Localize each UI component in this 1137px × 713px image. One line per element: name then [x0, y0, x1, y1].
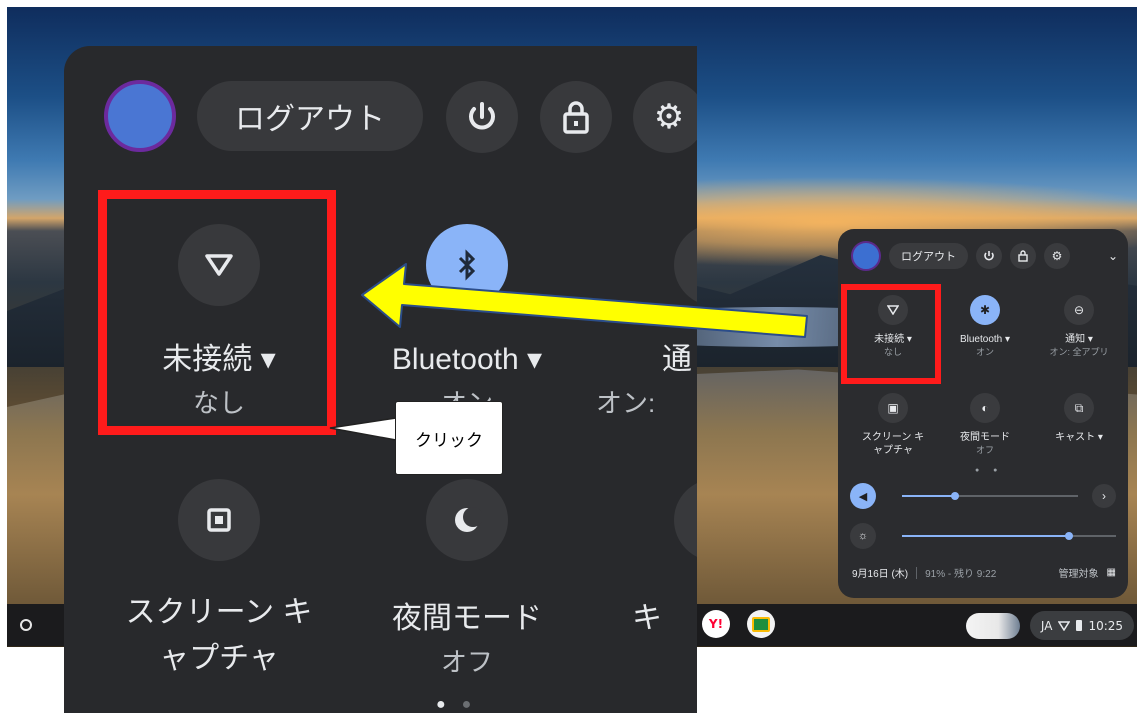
night-light-icon — [426, 479, 508, 561]
power-icon — [984, 251, 994, 261]
collapse-chevron-icon[interactable]: ⌄ — [1108, 249, 1118, 263]
battery-text: 91% - 残り 9:22 — [925, 569, 997, 580]
power-button[interactable] — [446, 81, 518, 153]
night-light-label: 夜間モード — [960, 432, 1010, 443]
notification-label: 通知 ▾ — [1065, 334, 1093, 345]
qs-top-row: ログアウト ⚙ ⌄ — [851, 241, 1118, 271]
avatar[interactable] — [851, 241, 881, 271]
enterprise-icon: ▦ — [1106, 567, 1116, 578]
cast-label: キ — [632, 602, 662, 635]
notification-icon — [674, 224, 697, 306]
bluetooth-icon: ✱ — [970, 295, 1000, 325]
screen-capture-label-line2: ャプチャ — [873, 445, 913, 456]
gear-icon: ⚙ — [653, 98, 685, 136]
footer-divider — [916, 566, 918, 579]
phone-hub-icon[interactable] — [966, 613, 1020, 639]
status-area-button[interactable]: JA 10:25 — [1030, 611, 1134, 640]
gear-icon: ⚙ — [1051, 249, 1063, 263]
power-button[interactable] — [976, 243, 1002, 269]
power-icon — [469, 102, 495, 130]
lock-icon — [563, 101, 589, 134]
avatar[interactable] — [104, 80, 176, 152]
page-indicator: ● ● — [975, 467, 1004, 474]
screen-capture-tile[interactable]: ▣ スクリーン キ ャプチャ — [848, 393, 938, 457]
chevron-right-icon: › — [1102, 489, 1106, 503]
yahoo-app-icon[interactable]: Y! — [702, 610, 730, 638]
date-text[interactable]: 9月16日 (木) — [852, 565, 908, 580]
screen-capture-label-line1: スクリーン キ — [861, 432, 925, 443]
cast-icon: ⧉ — [1064, 393, 1094, 423]
qs-footer: 9月16日 (木) 91% - 残り 9:22 管理対象 ▦ — [852, 565, 1116, 580]
ime-indicator: JA — [1040, 618, 1053, 633]
night-light-tile[interactable]: ◐ 夜間モード オフ — [940, 393, 1030, 457]
battery-icon — [1076, 620, 1083, 631]
lock-icon — [1018, 250, 1028, 262]
bluetooth-icon — [426, 224, 508, 306]
bluetooth-label: Bluetooth ▾ — [959, 334, 1011, 345]
lock-button[interactable] — [1010, 243, 1036, 269]
click-callout: クリック — [395, 401, 503, 475]
screen-capture-tile[interactable]: スクリーン キ ャプチャ — [94, 479, 344, 677]
cast-tile[interactable]: ⧉ キャスト ▾ — [1034, 393, 1124, 444]
clock: 10:25 — [1088, 618, 1124, 633]
small-highlight-box — [841, 284, 941, 384]
volume-row: ◀ › — [850, 482, 1116, 510]
logout-button[interactable]: ログアウト — [889, 243, 968, 269]
notification-label: 通 — [662, 343, 692, 376]
brightness-row: ☼ — [850, 522, 1116, 550]
managed-text[interactable]: 管理対象 — [1059, 565, 1099, 580]
night-light-label: 夜間モード — [392, 602, 542, 635]
classroom-app-icon[interactable] — [747, 610, 775, 638]
notification-tile[interactable]: 通 オン: — [592, 224, 697, 418]
big-highlight-box — [98, 190, 336, 435]
notification-tile[interactable]: ⊖ 通知 ▾ オン: 全アプリ — [1034, 295, 1124, 359]
cast-tile[interactable]: キ — [592, 479, 697, 637]
night-light-tile[interactable]: 夜間モード オフ — [342, 479, 592, 677]
cast-icon — [674, 479, 697, 561]
wifi-icon — [1058, 620, 1071, 631]
logout-button[interactable]: ログアウト — [197, 81, 423, 151]
brightness-fill — [902, 535, 1069, 537]
cast-label: キャスト ▾ — [1055, 432, 1103, 443]
volume-slider[interactable] — [902, 492, 1078, 500]
volume-knob[interactable] — [950, 492, 959, 500]
night-light-icon: ◐ — [970, 393, 1000, 423]
bluetooth-status: オン — [975, 347, 994, 357]
volume-fill — [902, 495, 955, 497]
audio-settings-button[interactable]: › — [1092, 484, 1116, 508]
volume-icon[interactable]: ◀ — [850, 483, 876, 509]
screen-capture-label-line2: ャプチャ — [159, 642, 279, 675]
notification-status: オン: 全アプリ — [1049, 347, 1109, 357]
screen-capture-icon: ▣ — [878, 393, 908, 423]
lock-button[interactable] — [540, 81, 612, 153]
bluetooth-label: Bluetooth ▾ — [391, 343, 543, 376]
brightness-slider[interactable] — [902, 532, 1116, 540]
do-not-disturb-icon: ⊖ — [1064, 295, 1094, 325]
night-light-status: オフ — [440, 647, 493, 677]
screen-capture-icon — [178, 479, 260, 561]
bluetooth-tile[interactable]: Bluetooth ▾ オン — [342, 224, 592, 418]
night-light-status: オフ — [975, 445, 994, 455]
page-indicator: ●● — [436, 696, 488, 713]
brightness-icon: ☼ — [850, 523, 876, 549]
settings-button[interactable]: ⚙ — [1044, 243, 1070, 269]
launcher-button[interactable] — [13, 612, 39, 638]
brightness-knob[interactable] — [1064, 532, 1073, 540]
notification-status: オン: — [596, 388, 656, 418]
screen-capture-label-line1: スクリーン キ — [125, 596, 313, 629]
settings-button[interactable]: ⚙ — [633, 81, 697, 153]
bluetooth-tile[interactable]: ✱ Bluetooth ▾ オン — [940, 295, 1030, 359]
